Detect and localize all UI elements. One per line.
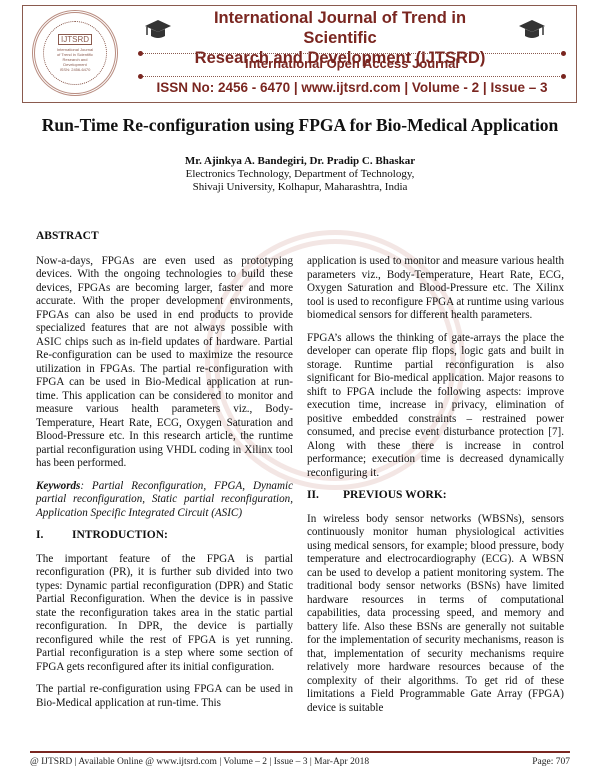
paragraph: application is used to monitor and measu… [307,255,564,321]
logo-seal: IJTSRD International Journal of Trend in… [43,21,107,85]
abstract-heading: ABSTRACT [36,230,99,242]
graduation-cap-icon [519,20,545,38]
paragraph: The important feature of the FPGA is par… [36,552,293,673]
paper-title: Run-Time Re-configuration using FPGA for… [41,115,559,135]
author-names: Mr. Ajinkya A. Bandegiri, Dr. Pradip C. … [184,155,416,167]
paragraph: In wireless body sensor networks (WBSNs)… [307,512,564,714]
logo-abbr: IJTSRD [58,34,92,45]
open-access-label: International Open Access Journal [244,56,460,71]
footer-rule [30,751,570,753]
affiliation: Shivaji University, Kolhapur, Maharashtr… [192,181,408,193]
graduation-cap-icon [145,20,171,38]
right-column: application is used to monitor and measu… [307,255,564,724]
section-title: PREVIOUS WORK: [343,489,447,501]
paragraph: FPGA’s allows the thinking of gate-array… [307,331,564,479]
paragraph: The partial re-configuration using FPGA … [36,683,293,709]
abstract-text: Now-a-days, FPGAs are even used as proto… [36,254,293,470]
section-number: I. [36,529,44,541]
previous-work-heading: II. PREVIOUS WORK: [307,489,564,503]
header-divider [138,51,566,56]
keywords: Keywords: Partial Reconfiguration, FPGA,… [36,480,293,521]
introduction-heading: I. INTRODUCTION: [36,529,293,543]
journal-title-line: International Journal of Trend in Scient… [213,9,467,47]
author-block: Mr. Ajinkya A. Bandegiri, Dr. Pradip C. … [0,155,600,194]
affiliation: Electronics Technology, Department of Te… [185,168,415,180]
section-title: INTRODUCTION: [72,529,168,541]
left-column: ABSTRACT Now-a-days, FPGAs are even used… [36,230,293,719]
logo-line: ISSN: 2456-6470 [59,67,91,72]
issn-line: ISSN No: 2456 - 6470 | www.ijtsrd.com | … [156,80,548,95]
header-divider [138,74,566,79]
page-number: Page: 707 [532,757,570,767]
section-number: II. [307,489,319,501]
journal-logo: IJTSRD International Journal of Trend in… [32,10,118,96]
footer-citation: @ IJTSRD | Available Online @ www.ijtsrd… [30,757,370,767]
keywords-label: Keywords [36,479,81,492]
page-footer: @ IJTSRD | Available Online @ www.ijtsrd… [30,757,570,767]
